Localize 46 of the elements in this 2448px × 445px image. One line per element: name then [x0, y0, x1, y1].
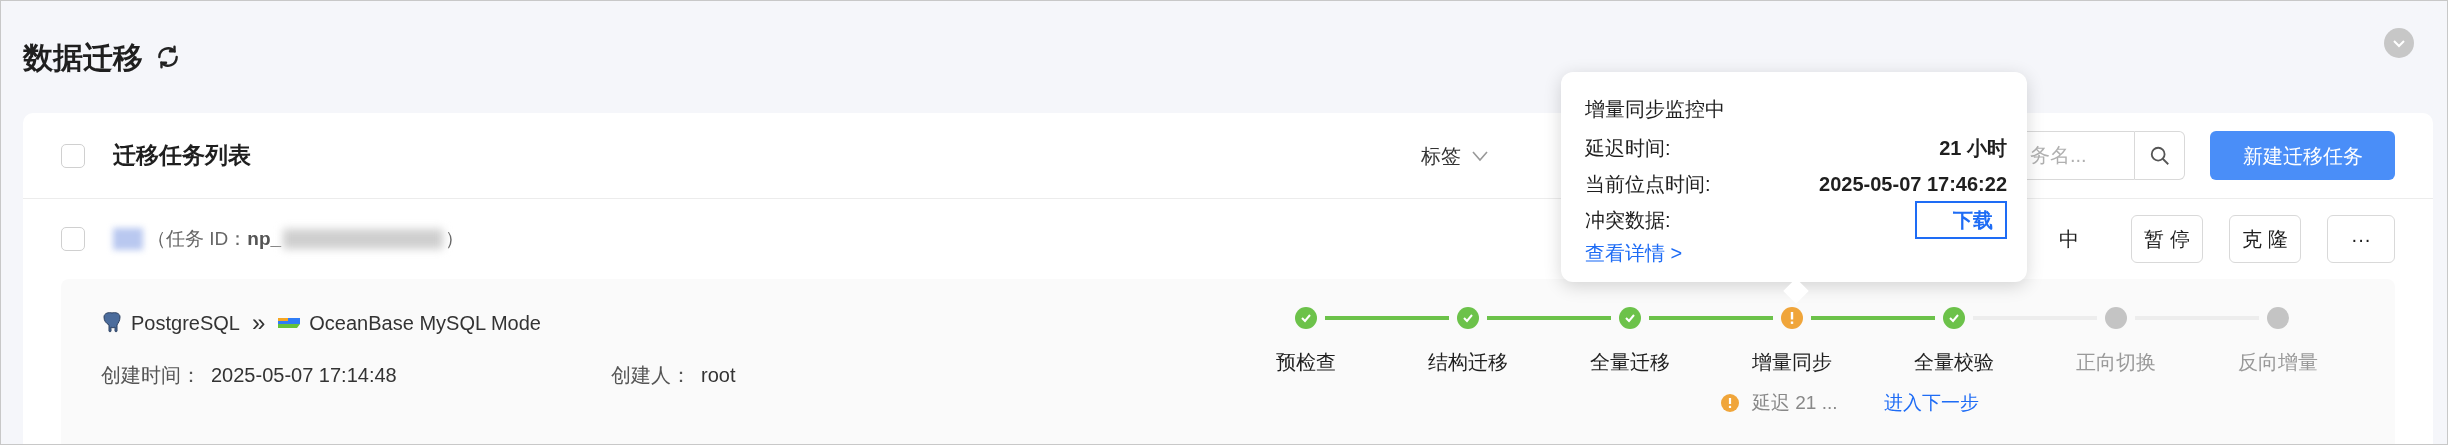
list-title: 迁移任务列表 [113, 141, 251, 171]
checkbox[interactable] [61, 227, 85, 251]
check-icon [1943, 307, 1965, 329]
action-button[interactable]: 克 隆 [2229, 215, 2301, 263]
tooltip-title: 增量同步监控中 [1585, 97, 1726, 122]
field-label: 当前位点时间: [1585, 172, 1711, 197]
check-icon [1619, 307, 1641, 329]
elephant-icon [101, 311, 123, 335]
warning-icon [1721, 394, 1739, 413]
search-icon [2148, 144, 2171, 167]
check-icon [1457, 307, 1479, 329]
page-title: 数据迁移 [23, 39, 143, 76]
more-button[interactable]: ··· [2327, 215, 2395, 263]
field-label: 延迟时间: [1585, 136, 1671, 161]
warning-icon [1781, 307, 1803, 329]
creator: root [701, 363, 736, 388]
details-link[interactable]: 查看详情 > [1585, 238, 2007, 272]
chevron-down-icon [1471, 149, 1489, 162]
task-id-suffix: ） [445, 226, 465, 251]
step-label[interactable]: 增量同步 [1711, 347, 1873, 377]
field-label: 冲突数据: [1585, 208, 1671, 233]
flag-icon [277, 315, 302, 331]
refresh-icon[interactable] [155, 44, 181, 70]
task-id: np_ [247, 226, 282, 251]
separator: » [251, 308, 266, 338]
delay-note: 延迟 21 ... [1752, 391, 1838, 415]
creator-label: 创建人： [611, 363, 691, 388]
step-label[interactable]: 全量校验 [1873, 347, 2035, 377]
step-label[interactable]: 结构迁移 [1387, 347, 1549, 377]
target-db: OceanBase MySQL Mode [309, 311, 541, 336]
download-link[interactable]: 下载 [1915, 201, 2007, 239]
check-icon [1295, 307, 1317, 329]
action-button[interactable]: 暂 停 [2131, 215, 2203, 263]
collapse-button[interactable] [2384, 28, 2414, 58]
task-status: 中 [2059, 227, 2079, 252]
created-time: 2025-05-07 17:14:48 [211, 363, 398, 388]
created-label: 创建时间： [101, 363, 201, 388]
source-db: PostgreSQL [131, 311, 240, 336]
checkbox[interactable] [61, 143, 85, 168]
tag-filter[interactable]: 标签 [1421, 140, 1489, 171]
search-button[interactable] [2135, 131, 2185, 180]
blurred-text [113, 228, 143, 250]
step-label[interactable]: 全量迁移 [1549, 347, 1711, 377]
step-label[interactable]: 预检查 [1225, 347, 1387, 377]
task-id-label: （任务 ID： [147, 226, 248, 251]
next-step-link[interactable]: 进入下一步 [1883, 389, 1979, 418]
